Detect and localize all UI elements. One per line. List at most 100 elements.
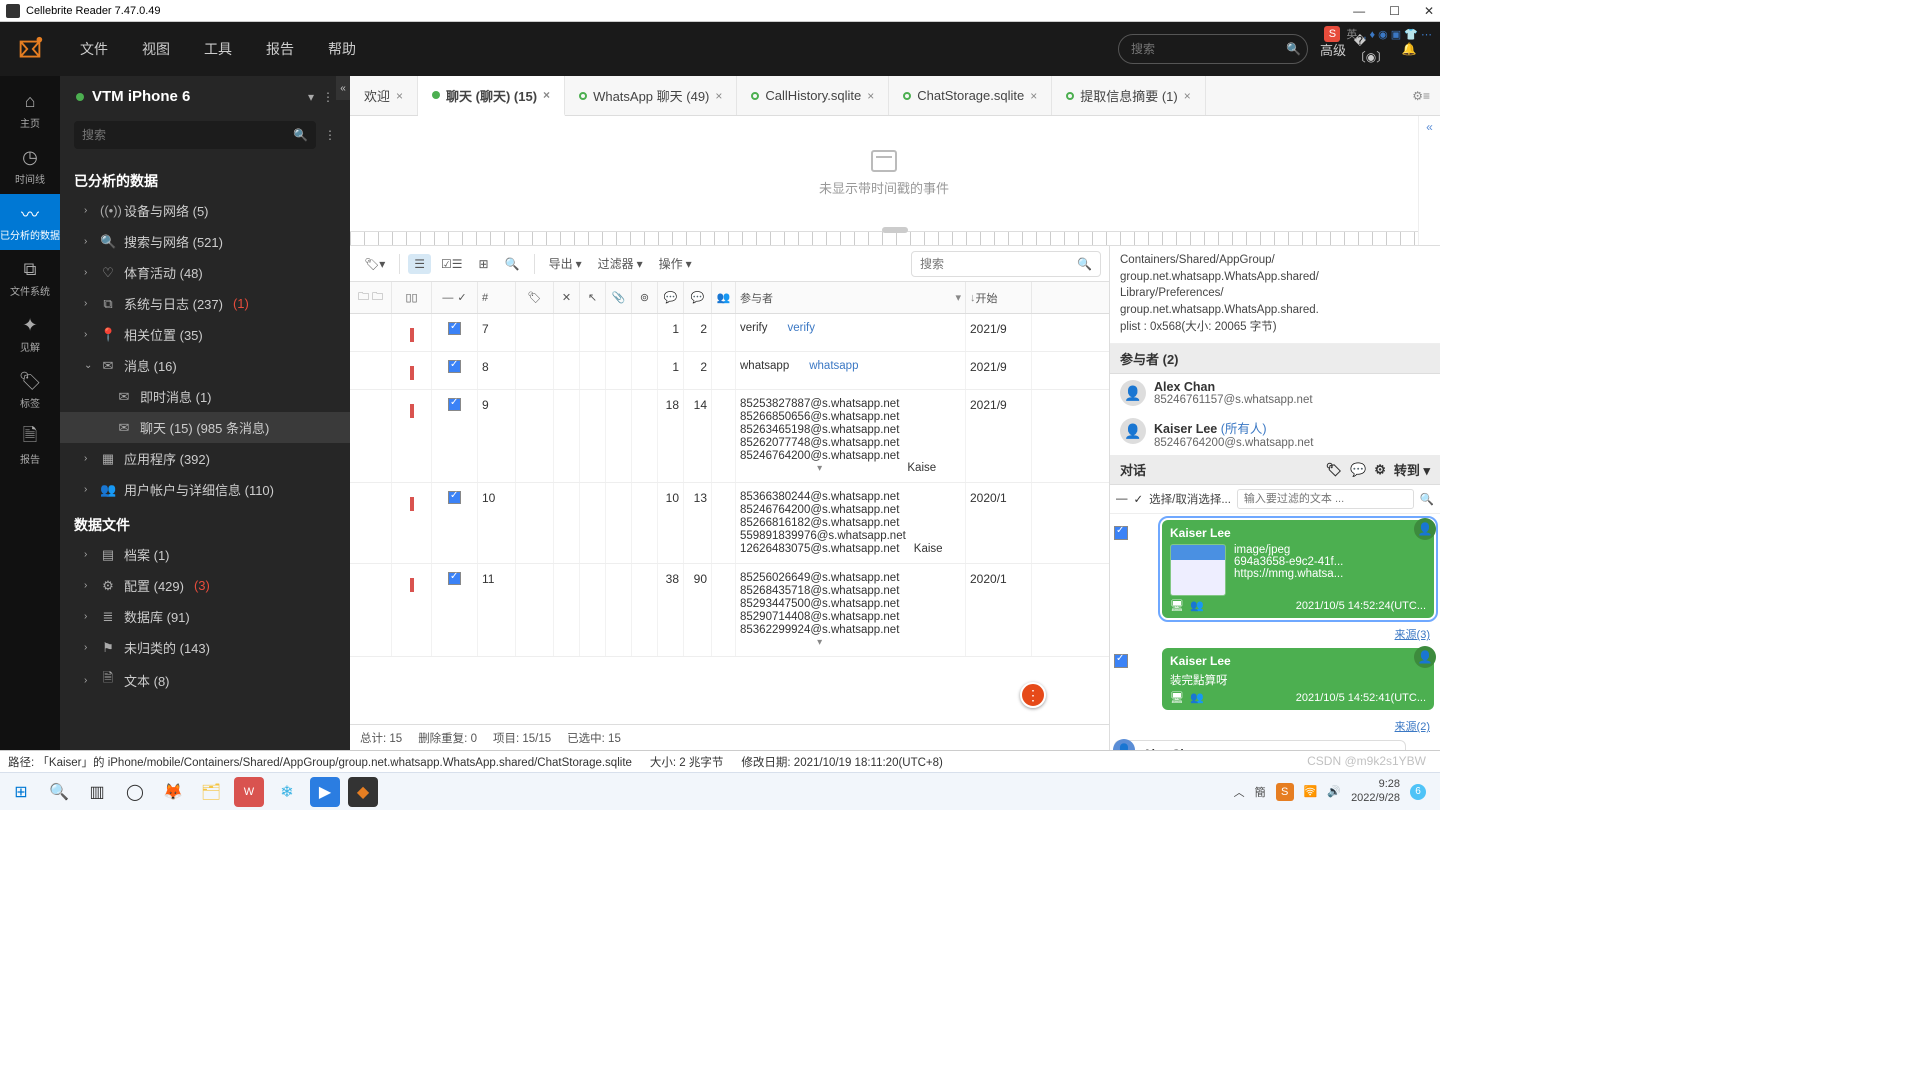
explorer-icon[interactable]: 🗂 <box>196 777 226 807</box>
tab[interactable]: 提取信息摘要 (1)× <box>1052 76 1206 115</box>
gear-icon[interactable]: ⚙ <box>1374 462 1386 478</box>
sidebar-search-input[interactable] <box>82 128 293 142</box>
conversation-filter-input[interactable] <box>1237 489 1414 509</box>
tab[interactable]: 聊天 (聊天) (15)× <box>418 76 565 116</box>
tray-app-icon[interactable]: S <box>1276 783 1294 801</box>
menu-view[interactable]: 视图 <box>142 39 170 59</box>
menu-file[interactable]: 文件 <box>80 39 108 59</box>
floating-action-button[interactable]: ⋮ <box>1020 682 1046 708</box>
col-start[interactable]: ↓开始 <box>966 282 1032 313</box>
taskbar-search-icon[interactable]: 🔍 <box>44 777 74 807</box>
bubble-icon[interactable]: 💬 <box>1350 462 1366 478</box>
sidebar-search-more-icon[interactable]: ⋮ <box>324 128 336 142</box>
tree-item[interactable]: ›((•))设备与网络 (5) <box>60 195 350 226</box>
menu-tools[interactable]: 工具 <box>204 39 232 59</box>
export-button[interactable]: 导出 ▾ <box>543 252 588 275</box>
col-participants[interactable]: 参与者▾ <box>736 282 966 313</box>
row-checkbox[interactable] <box>448 572 461 585</box>
view-grid-button[interactable]: ⊞ <box>473 254 495 274</box>
firefox-icon[interactable]: 🦊 <box>158 777 188 807</box>
table-row[interactable]: 7 1 2 verifyverify 2021/9 <box>350 314 1109 352</box>
app-blue2-icon[interactable]: ▶ <box>310 777 340 807</box>
advanced-link[interactable]: 高级 <box>1320 40 1346 59</box>
table-row[interactable]: 8 1 2 whatsappwhatsapp 2021/9 <box>350 352 1109 390</box>
rail-reports[interactable]: 🗎报告 <box>0 418 60 474</box>
tray-chevron-icon[interactable]: ︿ <box>1234 784 1245 800</box>
tag-icon[interactable]: 🏷 <box>1325 462 1342 478</box>
tree-item[interactable]: ›👥用户帐户与详细信息 (110) <box>60 474 350 505</box>
tree-item[interactable]: ›🔍搜索与网络 (521) <box>60 226 350 257</box>
menu-help[interactable]: 帮助 <box>328 39 356 59</box>
view-checklist-button[interactable]: ☑☰ <box>435 254 469 274</box>
filter-button[interactable]: 过滤器 ▾ <box>592 252 649 275</box>
message-row[interactable]: 👤 Kaiser Lee image/jpeg694a3658-e9c2-41f… <box>1114 520 1434 618</box>
tree-item[interactable]: ›▤档案 (1) <box>60 539 350 570</box>
tree-item[interactable]: ›📍相关位置 (35) <box>60 319 350 350</box>
select-toggle[interactable]: 选择/取消选择... <box>1149 491 1231 507</box>
start-button[interactable]: ⊞ <box>6 777 36 807</box>
rail-home[interactable]: ⌂主页 <box>0 82 60 138</box>
global-search[interactable]: 🔍 <box>1118 34 1308 64</box>
source-link[interactable]: 来源(3) <box>1114 626 1430 642</box>
tree-item[interactable]: ✉聊天 (15) (985 条消息) <box>60 412 350 443</box>
grid-search[interactable]: 🔍 <box>911 251 1101 277</box>
tray-wifi-icon[interactable]: 🛜 <box>1304 785 1318 798</box>
sidebar-search[interactable]: 🔍 <box>74 121 316 149</box>
sidebar-collapse-button[interactable]: « <box>336 76 350 100</box>
tab[interactable]: WhatsApp 聊天 (49)× <box>565 76 737 115</box>
tab[interactable]: 欢迎× <box>350 76 418 115</box>
rail-analyzed[interactable]: 〰已分析的数据 <box>0 194 60 250</box>
tray-volume-icon[interactable]: 🔊 <box>1327 785 1341 798</box>
device-dropdown-icon[interactable]: ▾ <box>308 90 314 104</box>
timeline-collapse-button[interactable]: « <box>1418 116 1440 245</box>
table-row[interactable]: 10 10 13 85366380244@s.whatsapp.net85246… <box>350 483 1109 564</box>
message-checkbox[interactable] <box>1114 654 1128 668</box>
message-row[interactable]: 👤Alex Chan <box>1114 740 1434 750</box>
row-checkbox[interactable] <box>448 322 461 335</box>
row-checkbox[interactable] <box>448 491 461 504</box>
message-row[interactable]: 👤 Kaiser Lee 装完點算呀 🖥👥2021/10/5 14:52:41(… <box>1114 648 1434 710</box>
col-index[interactable]: # <box>478 282 516 313</box>
tree-item[interactable]: ›⚙配置 (429)(3) <box>60 570 350 601</box>
tab[interactable]: ChatStorage.sqlite× <box>889 76 1052 115</box>
tree-item[interactable]: ⌄✉消息 (16) <box>60 350 350 381</box>
row-checkbox[interactable] <box>448 398 461 411</box>
grid-search-input[interactable] <box>920 257 1077 271</box>
jump-button[interactable]: 转到 ▾ <box>1394 460 1430 479</box>
tree-item[interactable]: ›♡体育活动 (48) <box>60 257 350 288</box>
table-row[interactable]: 11 38 90 85256026649@s.whatsapp.net85268… <box>350 564 1109 657</box>
tree-item[interactable]: ›🗎文本 (8) <box>60 663 350 697</box>
view-list-button[interactable]: ☰ <box>408 254 431 274</box>
table-row[interactable]: 9 18 14 85253827887@s.whatsapp.net852668… <box>350 390 1109 483</box>
tree-item[interactable]: ›⧉系统与日志 (237)(1) <box>60 288 350 319</box>
app-circle-icon[interactable]: ◯ <box>120 777 150 807</box>
close-button[interactable]: ✕ <box>1424 4 1434 18</box>
rail-insight[interactable]: ✦见解 <box>0 306 60 362</box>
tree-item[interactable]: ›≣数据库 (91) <box>60 601 350 632</box>
source-link[interactable]: 来源(2) <box>1114 718 1430 734</box>
rail-filesys[interactable]: ⧉文件系统 <box>0 250 60 306</box>
device-more-icon[interactable]: ⋮ <box>322 90 334 104</box>
action-button[interactable]: 操作 ▾ <box>653 252 698 275</box>
tree-item[interactable]: ›⚑未归类的 (143) <box>60 632 350 663</box>
conversation-body[interactable]: 👤 Kaiser Lee image/jpeg694a3658-e9c2-41f… <box>1110 514 1440 750</box>
tab-close-icon[interactable]: × <box>1184 89 1191 103</box>
maximize-button[interactable]: ☐ <box>1389 4 1400 18</box>
minimize-button[interactable]: — <box>1353 4 1365 18</box>
rail-timeline[interactable]: ◷时间线 <box>0 138 60 194</box>
taskview-icon[interactable]: ▥ <box>82 777 112 807</box>
tab-close-icon[interactable]: × <box>1030 89 1037 103</box>
tab-close-icon[interactable]: × <box>543 88 550 102</box>
tabs-settings-icon[interactable]: ⚙≡ <box>1402 76 1440 115</box>
tab-close-icon[interactable]: × <box>396 89 403 103</box>
row-checkbox[interactable] <box>448 360 461 373</box>
tree-item[interactable]: ✉即时消息 (1) <box>60 381 350 412</box>
tab[interactable]: CallHistory.sqlite× <box>737 76 889 115</box>
timeline-scrollbar-thumb[interactable] <box>882 227 908 233</box>
tree-item[interactable]: ›▦应用程序 (392) <box>60 443 350 474</box>
global-search-input[interactable] <box>1131 42 1286 56</box>
tag-dropdown-button[interactable]: 🏷▾ <box>358 254 391 274</box>
tray-lang[interactable]: 簡 <box>1255 784 1266 800</box>
app-blue-icon[interactable]: ❄ <box>272 777 302 807</box>
rail-tags[interactable]: 🏷标签 <box>0 362 60 418</box>
